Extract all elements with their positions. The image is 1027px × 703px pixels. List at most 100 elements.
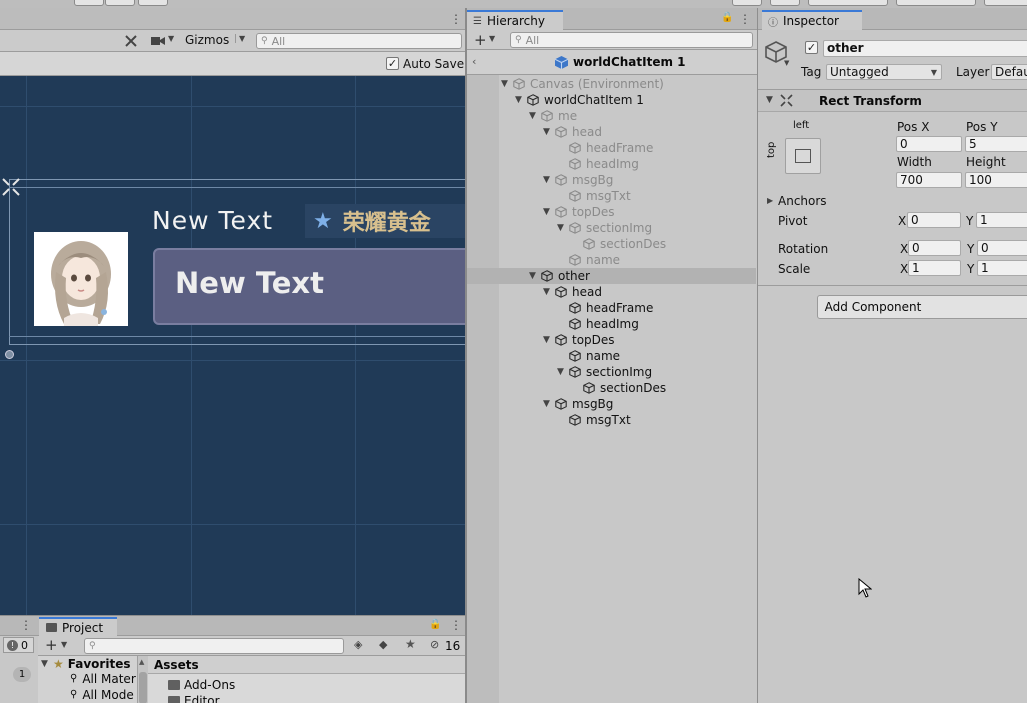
active-checkbox[interactable]: ✓ — [805, 41, 818, 54]
search-by-type-icon[interactable]: ◈ — [354, 638, 362, 651]
favorite-item[interactable]: ⚲ All Mode — [70, 687, 134, 702]
create-plus-icon[interactable]: + — [474, 31, 487, 49]
foldout-arrow-icon[interactable]: ▼ — [557, 367, 569, 377]
scene-kebab-icon[interactable]: ⋮ — [450, 12, 462, 26]
foldout-arrow-icon[interactable]: ▼ — [543, 287, 555, 297]
gizmos-dropdown-icon[interactable]: ▼ — [235, 34, 245, 43]
hierarchy-item[interactable]: ▼ msgBg — [467, 172, 756, 188]
scene-viewport[interactable]: New Text ★ 荣耀黄金 New Text — [0, 76, 465, 615]
hierarchy-item[interactable]: ▼ head — [467, 124, 756, 140]
foldout-arrow-icon[interactable]: ▼ — [529, 271, 541, 281]
project-search-input[interactable]: ⚲ — [84, 638, 344, 654]
toolbar-button-3[interactable] — [138, 0, 168, 6]
hierarchy-item[interactable]: ▼ head — [467, 284, 756, 300]
tab-project[interactable]: Project — [39, 617, 117, 636]
lock-icon[interactable]: 🔒 — [721, 12, 733, 23]
width-field[interactable]: 700 — [896, 172, 962, 188]
pivot-y-field[interactable]: 1 — [976, 212, 1027, 228]
hierarchy-item[interactable]: sectionDes — [467, 380, 756, 396]
toolbar-button-5[interactable] — [770, 0, 800, 6]
gizmos-button[interactable]: Gizmos — [185, 33, 229, 47]
anchor-handle-icon[interactable] — [0, 176, 22, 198]
icon-dropdown-icon[interactable]: ▼ — [784, 59, 789, 67]
tools-icon[interactable] — [124, 34, 138, 48]
height-field[interactable]: 100 — [965, 172, 1027, 188]
rotation-x-field[interactable]: 0 — [908, 240, 961, 256]
hierarchy-item[interactable]: sectionDes — [467, 236, 756, 252]
hierarchy-item[interactable]: headImg — [467, 156, 756, 172]
hierarchy-item[interactable]: ▼ msgBg — [467, 396, 756, 412]
pos-x-field[interactable]: 0 — [896, 136, 962, 152]
scale-x-field[interactable]: 1 — [908, 260, 961, 276]
camera-icon[interactable] — [151, 35, 165, 47]
toolbar-button-1[interactable] — [74, 0, 104, 6]
favorite-item[interactable]: ⚲ All Mater — [70, 671, 136, 686]
hierarchy-item[interactable]: ▼ sectionImg — [467, 220, 756, 236]
favorite-star-icon[interactable]: ★ — [405, 637, 416, 651]
anchors-foldout-icon[interactable]: ▶ — [767, 196, 773, 205]
object-name-field[interactable]: other — [823, 40, 1027, 57]
foldout-arrow-icon[interactable]: ▼ — [515, 95, 527, 105]
console-kebab-icon[interactable]: ⋮ — [20, 618, 32, 632]
toolbar-button-2[interactable] — [105, 0, 135, 6]
scale-y-field[interactable]: 1 — [977, 260, 1027, 276]
create-dropdown-icon[interactable]: ▼ — [61, 640, 67, 649]
foldout-arrow-icon[interactable]: ▼ — [529, 111, 541, 121]
favorites-scrollbar[interactable]: ▲ — [138, 656, 148, 703]
asset-folder[interactable]: Add-Ons — [168, 677, 235, 692]
toolbar-button-4[interactable] — [732, 0, 762, 6]
hierarchy-item[interactable]: ▼ me — [467, 108, 756, 124]
tab-hierarchy[interactable]: ☰ Hierarchy — [467, 10, 563, 30]
rect-transform-header[interactable]: ▼ Rect Transform — [758, 90, 1027, 112]
create-dropdown-icon[interactable]: ▼ — [489, 34, 495, 43]
favorites-header[interactable]: ▼ ★ Favorites — [41, 656, 130, 671]
anchors-label[interactable]: Anchors — [778, 194, 827, 208]
hierarchy-item[interactable]: msgTxt — [467, 188, 756, 204]
pos-y-field[interactable]: 5 — [965, 136, 1027, 152]
hierarchy-item[interactable]: ▼ topDes — [467, 204, 756, 220]
auto-save-checkbox[interactable]: ✓ — [386, 57, 399, 70]
hidden-packages-icon[interactable]: ⊘ — [430, 638, 439, 651]
hierarchy-item[interactable]: name — [467, 252, 756, 268]
project-kebab-icon[interactable]: ⋮ — [450, 618, 462, 632]
hierarchy-item[interactable]: ▼ other — [467, 268, 756, 284]
back-arrow-icon[interactable]: ‹ — [472, 55, 476, 68]
foldout-arrow-icon[interactable]: ▼ — [543, 127, 555, 137]
layer-dropdown[interactable]: Defau — [991, 64, 1027, 80]
foldout-arrow-icon[interactable]: ▼ — [543, 207, 555, 217]
foldout-arrow-icon[interactable]: ▼ — [543, 335, 555, 345]
foldout-arrow-icon[interactable]: ▼ — [543, 175, 555, 185]
layers-dropdown[interactable] — [896, 0, 976, 6]
camera-dropdown-icon[interactable]: ▼ — [168, 34, 174, 43]
search-by-label-icon[interactable]: ◆ — [379, 638, 387, 651]
hierarchy-item[interactable]: ▼ topDes — [467, 332, 756, 348]
tab-inspector[interactable]: ⓘ Inspector — [762, 10, 862, 30]
asset-folder[interactable]: Editor — [168, 693, 220, 703]
anchor-preset-button[interactable] — [785, 138, 821, 174]
tag-dropdown[interactable]: Untagged ▼ — [826, 64, 942, 80]
pivot-x-field[interactable]: 0 — [907, 212, 961, 228]
rotation-y-field[interactable]: 0 — [977, 240, 1027, 256]
hierarchy-item[interactable]: headFrame — [467, 300, 756, 316]
add-component-button[interactable]: Add Component — [817, 295, 1027, 319]
hierarchy-item[interactable]: headFrame — [467, 140, 756, 156]
lock-icon[interactable]: 🔒 — [429, 619, 441, 630]
hierarchy-item[interactable]: msgTxt — [467, 412, 756, 428]
scene-search-input[interactable]: ⚲ All — [256, 33, 462, 49]
account-dropdown[interactable] — [808, 0, 888, 6]
create-plus-icon[interactable]: + — [45, 636, 58, 654]
hierarchy-search-input[interactable]: ⚲ All — [510, 32, 753, 48]
scroll-up-icon[interactable]: ▲ — [139, 658, 144, 666]
pivot-handle[interactable] — [5, 350, 14, 359]
hierarchy-item[interactable]: headImg — [467, 316, 756, 332]
foldout-arrow-icon[interactable]: ▼ — [543, 399, 555, 409]
hierarchy-item[interactable]: ▼ Canvas (Environment) — [467, 76, 756, 92]
hierarchy-kebab-icon[interactable]: ⋮ — [739, 12, 751, 26]
console-badge[interactable]: ! 0 — [3, 637, 34, 653]
hierarchy-item[interactable]: ▼ sectionImg — [467, 364, 756, 380]
foldout-arrow-icon[interactable]: ▼ — [501, 79, 513, 89]
scroll-thumb[interactable] — [139, 672, 147, 703]
layout-dropdown[interactable] — [984, 0, 1027, 6]
hierarchy-item[interactable]: name — [467, 348, 756, 364]
foldout-arrow-icon[interactable]: ▼ — [557, 223, 569, 233]
